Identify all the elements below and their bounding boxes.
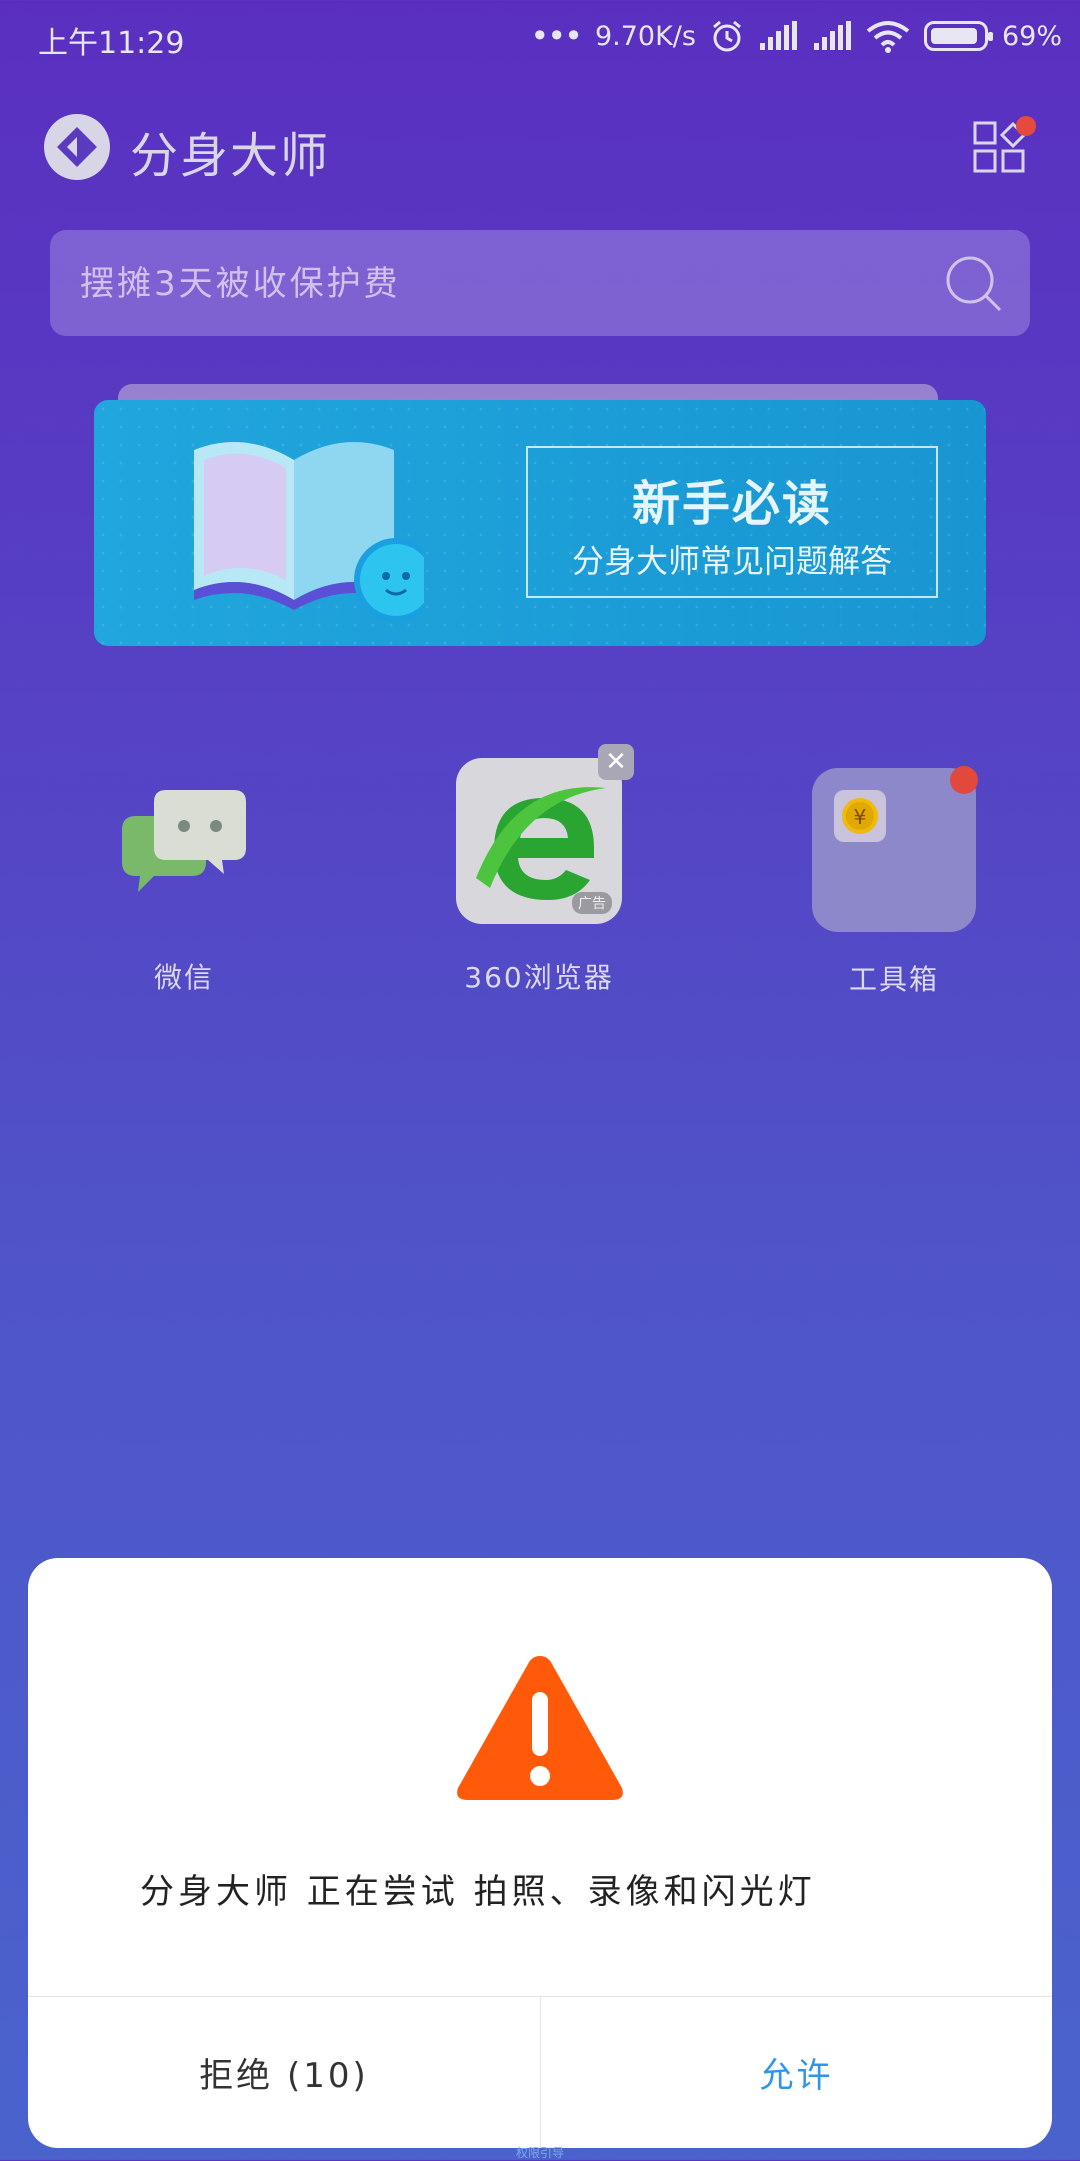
allow-button[interactable]: 允许 xyxy=(541,1997,1052,2148)
app-label: 360浏览器 xyxy=(464,961,614,994)
app-logo-icon xyxy=(44,114,110,180)
banner-subtitle: 分身大师常见问题解答 xyxy=(571,542,892,580)
banner-text-box: 新手必读 分身大师常见问题解答 xyxy=(526,446,938,598)
status-icons: ••• 9.70K/s 69% xyxy=(530,16,1062,56)
permission-dialog: 分身大师 正在尝试 拍照、录像和闪光灯 拒绝 (10) 允许 xyxy=(28,1558,1052,2148)
search-bar[interactable]: 摆摊3天被收保护费 xyxy=(50,230,1030,336)
more-dots-icon: ••• xyxy=(530,17,583,55)
notification-dot xyxy=(1016,116,1036,136)
notification-dot xyxy=(950,766,978,794)
network-speed: 9.70K/s xyxy=(594,20,696,52)
battery-percent: 69% xyxy=(1001,20,1062,52)
search-icon[interactable] xyxy=(944,254,1004,314)
bottom-caption: 权限引导 xyxy=(515,2146,564,2160)
app-title: 分身大师 xyxy=(130,128,331,184)
svg-text:¥: ¥ xyxy=(854,805,867,829)
warning-icon xyxy=(457,1656,623,1800)
app-label: 工具箱 xyxy=(848,963,939,996)
signal-icon xyxy=(813,21,851,50)
ad-tag: 广告 xyxy=(572,892,612,914)
app-wechat[interactable]: 微信 xyxy=(104,760,264,1000)
status-bar: 上午11:29 ••• 9.70K/s 69% xyxy=(0,0,1080,72)
app-360-browser[interactable]: 广告 ✕ 360浏览器 xyxy=(456,744,634,998)
wechat-icon xyxy=(122,790,246,892)
signal-icon xyxy=(759,21,797,50)
status-time: 上午11:29 xyxy=(38,26,185,61)
close-icon[interactable]: ✕ xyxy=(598,744,634,780)
battery-icon xyxy=(923,21,993,51)
coin-icon: ¥ xyxy=(834,790,886,842)
browser-360-icon: 广告 xyxy=(456,758,622,924)
book-icon xyxy=(194,442,424,622)
banner-title: 新手必读 xyxy=(631,476,832,532)
app-label: 微信 xyxy=(153,961,214,994)
search-input[interactable]: 摆摊3天被收保护费 xyxy=(80,256,880,305)
dialog-message: 分身大师 正在尝试 拍照、录像和闪光灯 xyxy=(140,1872,816,1912)
deny-button[interactable]: 拒绝 (10) xyxy=(28,1997,540,2148)
guide-banner[interactable]: 新手必读 分身大师常见问题解答 xyxy=(94,400,986,646)
alarm-icon xyxy=(713,20,741,52)
wifi-icon xyxy=(866,21,910,53)
